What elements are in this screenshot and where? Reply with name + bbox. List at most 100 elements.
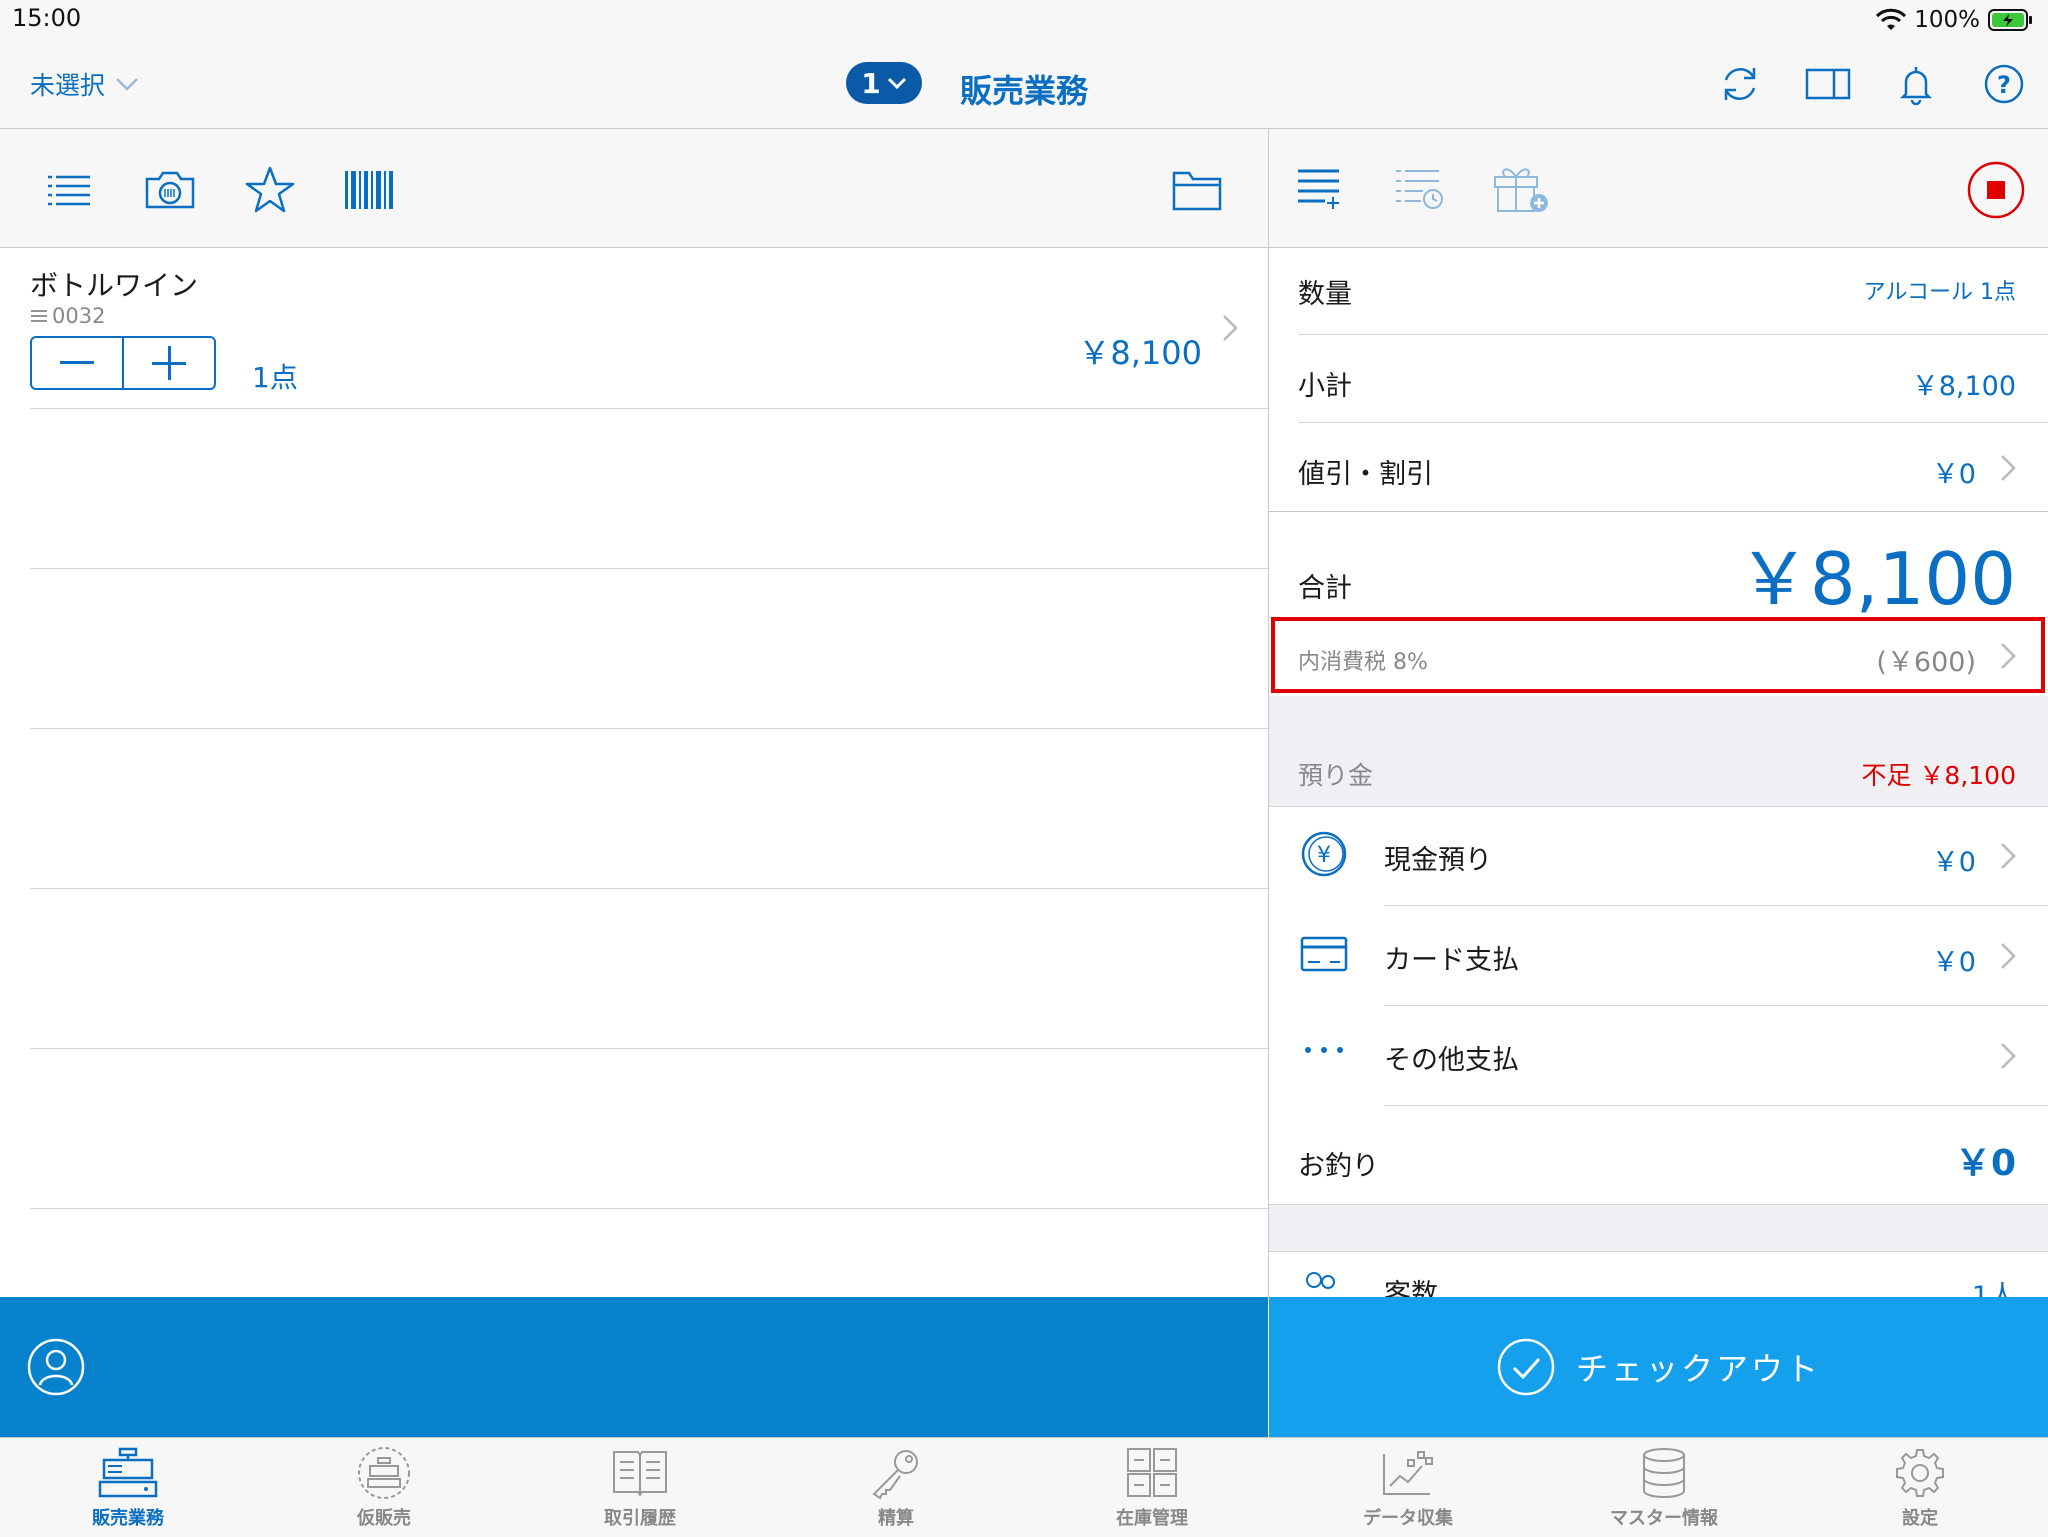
- tab-settings[interactable]: 設定: [1792, 1438, 2048, 1537]
- list-divider: [30, 888, 1268, 889]
- chevron-right-icon: [1998, 1040, 2018, 1072]
- status-bar: 15:00 100%: [0, 0, 2048, 40]
- discount-label: 値引・割引: [1298, 459, 1433, 490]
- tab-label: 精算: [878, 1508, 914, 1529]
- deposit-label: 預り金: [1298, 761, 1374, 790]
- list-divider: [30, 728, 1268, 729]
- gift-add-icon[interactable]: [1491, 159, 1551, 215]
- page-title: 販売業務: [960, 72, 1089, 110]
- quantity-value: アルコール 1点: [1863, 280, 2016, 305]
- customer-avatar-icon[interactable]: [26, 1337, 86, 1397]
- list-divider: [30, 568, 1268, 569]
- folder-icon[interactable]: [1171, 165, 1222, 215]
- temp-register-icon: [354, 1446, 414, 1500]
- wifi-icon: [1876, 8, 1907, 32]
- more-dots-icon: [1304, 1046, 1344, 1054]
- chevron-down-icon: [115, 76, 139, 92]
- status-indicators: 100%: [1876, 4, 2034, 36]
- star-icon[interactable]: [244, 165, 295, 215]
- camera-scan-icon[interactable]: [143, 165, 195, 215]
- cash-label: 現金預り: [1384, 845, 1492, 876]
- change-label: お釣り: [1298, 1151, 1379, 1182]
- checkout-label: チェックアウト: [1575, 1350, 1821, 1388]
- register-icon: [98, 1446, 158, 1500]
- item-quantity: 1点: [252, 361, 298, 394]
- tab-master-info[interactable]: マスター情報: [1536, 1438, 1792, 1537]
- store-selector-label: 未選択: [30, 71, 106, 100]
- add-item-list-icon[interactable]: [1295, 163, 1345, 213]
- split-view-icon[interactable]: [1804, 62, 1851, 106]
- section-gap: [1269, 1204, 2048, 1252]
- chevron-right-icon: [1998, 452, 2018, 484]
- database-icon: [1634, 1446, 1694, 1500]
- people-icon: [1302, 1270, 1342, 1300]
- credit-card-icon: [1300, 936, 1348, 972]
- row-divider: [1298, 334, 2048, 335]
- tab-label: 取引履歴: [604, 1508, 676, 1529]
- quantity-label: 数量: [1298, 279, 1352, 310]
- tab-label: 設定: [1902, 1508, 1938, 1529]
- list-divider: [30, 1208, 1268, 1209]
- card-value: ￥0: [1931, 947, 1976, 978]
- register-number: 1: [861, 66, 881, 100]
- checkmark-circle-icon: [1496, 1337, 1556, 1397]
- card-label: カード支払: [1384, 945, 1519, 976]
- register-number-button[interactable]: 1: [846, 62, 922, 104]
- increment-button[interactable]: [124, 338, 214, 388]
- sync-icon[interactable]: [1718, 62, 1762, 106]
- checkout-button[interactable]: チェックアウト: [1269, 1297, 2048, 1437]
- subtotal-value: ￥8,100: [1911, 371, 2016, 402]
- battery-icon: [1988, 8, 2034, 32]
- stop-record-icon[interactable]: [1967, 161, 2025, 219]
- item-price: ￥8,100: [1078, 334, 1202, 372]
- decrement-button[interactable]: [32, 338, 122, 388]
- chevron-right-icon: [1998, 840, 2018, 872]
- svg-text:¥: ¥: [1317, 843, 1331, 868]
- navigation-bar: 未選択 1 販売業務 ?: [0, 40, 2048, 129]
- list-divider: [30, 1048, 1268, 1049]
- tab-label: 仮販売: [357, 1508, 411, 1529]
- item-name: ボトルワイン: [30, 269, 199, 302]
- chevron-right-icon: [1998, 640, 2018, 672]
- other-payment-label: その他支払: [1384, 1045, 1519, 1076]
- item-code-row: 0032: [30, 304, 105, 328]
- help-icon[interactable]: ?: [1982, 62, 2026, 106]
- cash-value: ￥0: [1931, 847, 1976, 878]
- chevron-right-icon: [1998, 940, 2018, 972]
- yen-coin-icon: ¥: [1300, 830, 1348, 878]
- tab-data-collection[interactable]: データ収集: [1280, 1438, 1536, 1537]
- bell-icon[interactable]: [1894, 62, 1938, 106]
- tab-temp-sales[interactable]: 仮販売: [256, 1438, 512, 1537]
- tab-history[interactable]: 取引履歴: [512, 1438, 768, 1537]
- total-value: ￥8,100: [1737, 537, 2016, 621]
- tax-value: (￥600): [1876, 647, 1976, 678]
- list-history-icon[interactable]: [1393, 163, 1445, 213]
- discount-value: ￥0: [1931, 459, 1976, 490]
- gear-icon: [1890, 1446, 1950, 1500]
- subtotal-label: 小計: [1298, 371, 1352, 402]
- tab-label: マスター情報: [1610, 1508, 1718, 1529]
- barcode-icon[interactable]: [343, 165, 393, 215]
- tab-inventory[interactable]: 在庫管理: [1024, 1438, 1280, 1537]
- chevron-right-icon: [1220, 312, 1240, 344]
- tab-sales[interactable]: 販売業務: [0, 1438, 256, 1537]
- history-book-icon: [610, 1446, 670, 1500]
- data-collect-icon: [1378, 1446, 1438, 1500]
- list-icon[interactable]: [44, 165, 94, 215]
- transaction-toolbar: [1269, 129, 2048, 248]
- key-icon: [866, 1446, 926, 1500]
- svg-text:?: ?: [1997, 71, 2011, 99]
- tab-label: 販売業務: [92, 1508, 164, 1529]
- product-toolbar: [0, 129, 1268, 248]
- tab-label: データ収集: [1363, 1508, 1453, 1529]
- inventory-icon: [1122, 1446, 1182, 1500]
- status-time: 15:00: [12, 4, 82, 32]
- customer-bar: [0, 1297, 1268, 1437]
- total-label: 合計: [1298, 573, 1352, 604]
- tab-settlement[interactable]: 精算: [768, 1438, 1024, 1537]
- quantity-stepper[interactable]: [30, 336, 216, 390]
- tab-bar: 販売業務 仮販売 取引履歴 精算 在庫管理 データ収集 マスター情報 設定: [0, 1437, 2048, 1537]
- menu-lines-icon: [30, 308, 48, 324]
- store-selector[interactable]: 未選択: [30, 66, 139, 102]
- tax-label: 内消費税 8%: [1298, 650, 1428, 675]
